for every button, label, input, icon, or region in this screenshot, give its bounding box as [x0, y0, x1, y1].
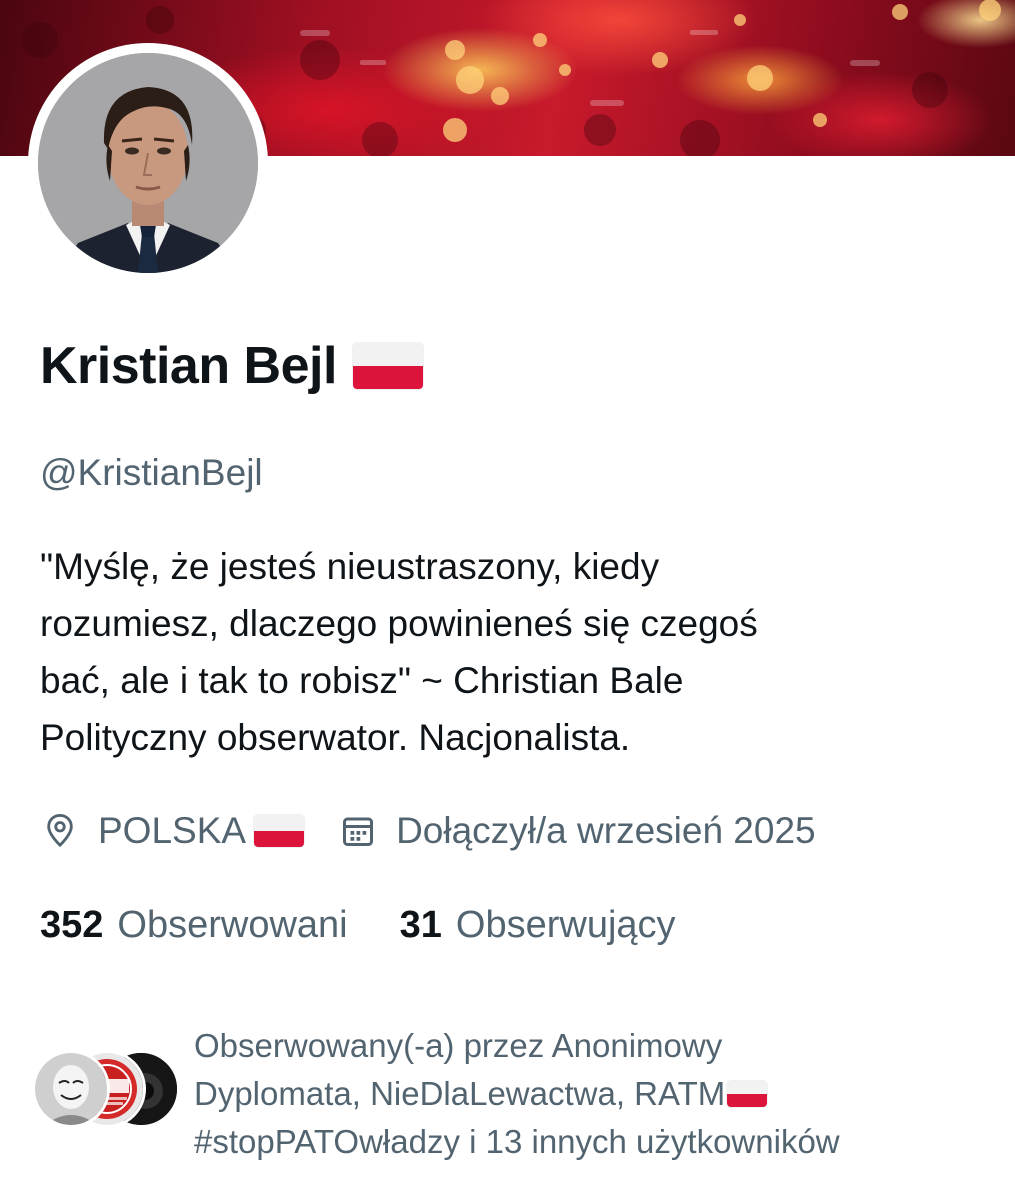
bio-line: bać, ale i tak to robisz" ~ Christian Ba…: [40, 660, 684, 701]
follower-avatar: [32, 1050, 110, 1128]
user-handle: @KristianBejl: [40, 452, 263, 493]
profile-meta: POLSKA Dołączył/a wrzesień 2025: [40, 806, 816, 856]
follow-stats: 352 Obserwowani 31 Obserwujący: [40, 898, 676, 952]
followed-by-line: Obserwowany(-a) przez Anonimowy: [194, 1022, 994, 1070]
poland-flag-icon: [352, 343, 423, 389]
bio-line: Polityczny obserwator. Nacjonalista.: [40, 717, 631, 758]
bio-line: rozumiesz, dlaczego powinieneś się czego…: [40, 603, 758, 644]
poland-flag-icon: [254, 815, 305, 847]
followed-by-line-text: #stopPATOwładzy i 13 innych użytkowników: [194, 1123, 840, 1160]
followers-label: Obserwujący: [455, 903, 676, 946]
followers-link[interactable]: 31 Obserwujący: [400, 904, 676, 947]
following-count: 352: [40, 903, 104, 946]
followed-by-line-text: Dyplomata, NieDlaLewactwa, RATM: [194, 1075, 726, 1112]
following-link[interactable]: 352 Obserwowani: [40, 904, 348, 947]
followed-by-line-text: Obserwowany(-a) przez Anonimowy: [194, 1027, 723, 1064]
display-name-text: Kristian Bejl: [40, 337, 337, 395]
poland-flag-icon: [727, 1081, 768, 1107]
location-pin-icon: [40, 811, 80, 851]
profile-bio: "Myślę, że jesteś nieustraszony, kiedy r…: [40, 538, 990, 766]
join-date: Dołączył/a wrzesień 2025: [338, 810, 816, 852]
location-text: POLSKA: [98, 810, 247, 851]
profile-avatar[interactable]: [38, 53, 258, 273]
followed-by-line: #stopPATOwładzy i 13 innych użytkowników: [194, 1118, 994, 1166]
bio-line: "Myślę, że jesteś nieustraszony, kiedy: [40, 546, 660, 587]
followed-by-line: Dyplomata, NieDlaLewactwa, RATM: [194, 1070, 994, 1118]
followers-count: 31: [399, 903, 442, 946]
avatar-portrait-image: [38, 53, 258, 273]
followed-by-text[interactable]: Obserwowany(-a) przez Anonimowy Dyplomat…: [194, 1022, 994, 1166]
join-date-text: Dołączył/a wrzesień 2025: [396, 810, 816, 851]
following-label: Obserwowani: [117, 903, 348, 946]
calendar-icon: [338, 811, 378, 851]
location: POLSKA: [40, 810, 305, 852]
followed-by-avatars[interactable]: [32, 1050, 182, 1132]
display-name: Kristian Bejl: [40, 336, 423, 396]
